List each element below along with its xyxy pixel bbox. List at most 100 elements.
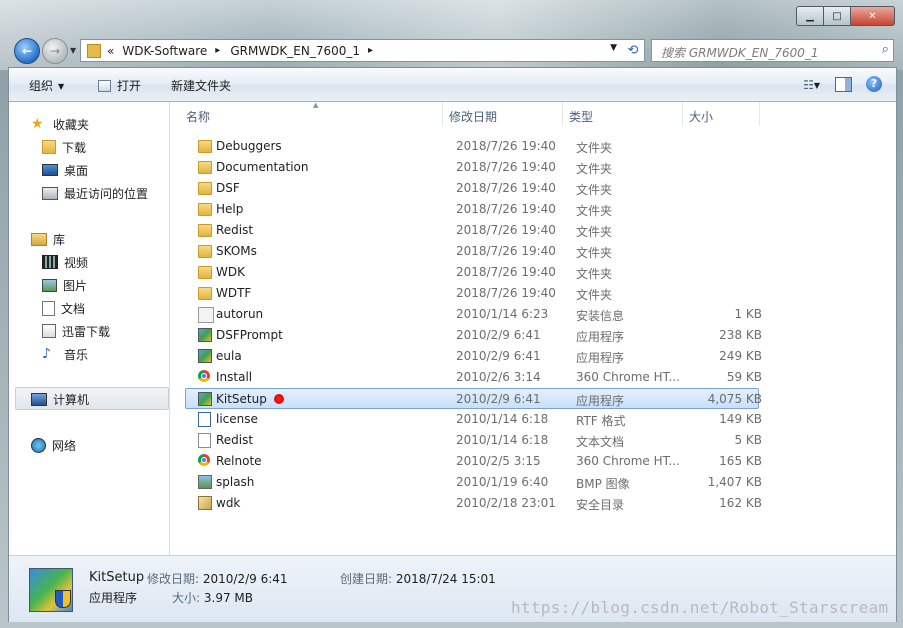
window-frame: ▁ □ ✕ ← → ▼ « WDK-Software ▸ GRMWDK_EN_7… xyxy=(0,0,903,628)
address-bar[interactable]: « WDK-Software ▸ GRMWDK_EN_7600_1 ▸ ▼ xyxy=(80,39,624,62)
organize-button[interactable]: 组织 ▼ xyxy=(29,77,64,94)
folder-icon xyxy=(198,266,212,279)
sidebar-item-label: 最近访问的位置 xyxy=(64,186,149,201)
sidebar-item-desktop[interactable]: 桌面 xyxy=(42,161,88,179)
chevron-down-icon[interactable]: ▼ xyxy=(814,81,820,90)
help-icon[interactable]: ? xyxy=(866,76,882,92)
column-header-type[interactable]: 类型 xyxy=(563,102,683,126)
file-size: 249 KB xyxy=(719,349,762,363)
recent-pages-dropdown[interactable]: ▼ xyxy=(70,46,76,55)
address-dropdown-icon[interactable]: ▼ xyxy=(610,43,617,53)
file-modified: 2010/2/18 23:01 xyxy=(456,496,556,510)
file-row[interactable]: wdk 2010/2/18 23:01 安全目录 162 KB xyxy=(186,493,767,513)
folder-icon xyxy=(198,161,212,174)
file-row[interactable]: Relnote 2010/2/5 3:15 360 Chrome HT... 165 … xyxy=(186,451,767,471)
column-header-modified[interactable]: 修改日期 xyxy=(443,102,563,126)
file-row[interactable]: DSF 2018/7/26 19:40 文件夹 xyxy=(186,178,767,198)
maximize-button[interactable]: □ xyxy=(823,6,850,26)
file-modified: 2018/7/26 19:40 xyxy=(456,286,556,300)
chevron-right-icon[interactable]: ▸ xyxy=(215,45,220,56)
file-name: splash xyxy=(216,475,255,489)
back-button[interactable]: ← xyxy=(14,38,40,64)
music-note-icon: ♪ xyxy=(42,346,51,362)
recent-places-icon xyxy=(42,186,58,200)
file-row[interactable]: autorun 2010/1/14 6:23 安装信息 1 KB xyxy=(186,304,767,324)
file-name: WDK xyxy=(216,265,245,279)
breadcrumb-wdk-software[interactable]: WDK-Software xyxy=(122,44,207,58)
file-row[interactable]: WDK 2018/7/26 19:40 文件夹 xyxy=(186,262,767,282)
file-name: DSFPrompt xyxy=(216,328,283,342)
sidebar-item-downloads[interactable]: 下载 xyxy=(42,138,86,156)
file-size: 165 KB xyxy=(719,454,762,468)
file-row[interactable]: DSFPrompt 2010/2/9 6:41 应用程序 238 KB xyxy=(186,325,767,345)
forward-button[interactable]: → xyxy=(42,38,68,64)
chevron-right-icon[interactable]: ▸ xyxy=(368,45,373,56)
file-row[interactable]: Redist 2010/1/14 6:18 文本文档 5 KB xyxy=(186,430,767,450)
sidebar-item-thunder-downloads[interactable]: 迅雷下载 xyxy=(42,322,110,340)
search-placeholder: 搜索 GRMWDK_EN_7600_1 xyxy=(661,46,819,60)
new-folder-button[interactable]: 新建文件夹 xyxy=(171,77,231,94)
sidebar-item-label: 库 xyxy=(53,232,66,247)
sidebar-item-recent[interactable]: 最近访问的位置 xyxy=(42,184,148,202)
file-type: RTF 格式 xyxy=(576,414,626,428)
chrome-icon xyxy=(198,370,210,382)
sidebar-item-documents[interactable]: 文档 xyxy=(42,299,85,317)
sidebar-item-favorites[interactable]: ★ 收藏夹 xyxy=(31,115,89,133)
sidebar-item-label: 文档 xyxy=(61,301,86,316)
details-size-label: 大小: xyxy=(172,591,201,605)
file-row[interactable]: Redist 2018/7/26 19:40 文件夹 xyxy=(186,220,767,240)
close-button[interactable]: ✕ xyxy=(850,6,895,26)
file-modified: 2018/7/26 19:40 xyxy=(456,223,556,237)
preview-pane-icon[interactable] xyxy=(835,77,852,92)
file-row[interactable]: splash 2010/1/19 6:40 BMP 图像 1,407 KB xyxy=(186,472,767,492)
refresh-button[interactable]: ⟲ xyxy=(622,39,645,62)
column-header-label: 修改日期 xyxy=(449,110,498,124)
file-row[interactable]: Documentation 2018/7/26 19:40 文件夹 xyxy=(186,157,767,177)
sidebar-item-libraries[interactable]: 库 xyxy=(31,230,65,248)
file-modified: 2018/7/26 19:40 xyxy=(456,244,556,258)
file-type: BMP 图像 xyxy=(576,477,630,491)
open-button[interactable]: 打开 xyxy=(98,77,141,94)
sidebar-item-network[interactable]: 网络 xyxy=(31,436,76,454)
sidebar-item-pictures[interactable]: 图片 xyxy=(42,276,87,294)
file-row[interactable]: eula 2010/2/9 6:41 应用程序 249 KB xyxy=(186,346,767,366)
file-row[interactable]: license 2010/1/14 6:18 RTF 格式 149 KB xyxy=(186,409,767,429)
navigation-pane: ★ 收藏夹 下载 桌面 最近访问的位置 库 视频 图片 文档 迅雷下载 ♪ 音乐… xyxy=(9,102,170,555)
download-folder-icon xyxy=(42,140,56,154)
details-created-value: 2018/7/24 15:01 xyxy=(395,572,496,586)
file-name: Help xyxy=(216,202,244,216)
search-box[interactable]: 搜索 GRMWDK_EN_7600_1 ⌕ xyxy=(651,39,894,62)
details-modified-value: 2010/2/9 6:41 xyxy=(202,572,288,586)
cursor-marker-dot xyxy=(274,394,284,404)
column-header-label: 大小 xyxy=(689,110,714,124)
file-row[interactable]: Debuggers 2018/7/26 19:40 文件夹 xyxy=(186,136,767,156)
sidebar-item-computer[interactable]: 计算机 xyxy=(31,390,89,408)
network-icon xyxy=(31,437,46,453)
search-icon[interactable]: ⌕ xyxy=(882,42,889,57)
minimize-button[interactable]: ▁ xyxy=(796,6,823,26)
details-created-label: 创建日期: xyxy=(340,572,393,586)
file-name: Documentation xyxy=(216,160,309,174)
sidebar-item-label: 计算机 xyxy=(53,392,90,407)
file-type: 安装信息 xyxy=(576,309,625,323)
file-list: 名称 ▲ 修改日期 类型 大小 Debuggers 2018/7/26 19:40… xyxy=(180,101,896,555)
file-row[interactable]: KitSetup 2010/2/9 6:41 应用程序 4,075 KB xyxy=(185,388,762,409)
file-row[interactable]: Help 2018/7/26 19:40 文件夹 xyxy=(186,199,767,219)
address-overflow[interactable]: « xyxy=(107,44,114,58)
view-options-icon[interactable]: ☷ xyxy=(803,78,814,92)
file-modified: 2010/2/9 6:41 xyxy=(456,349,541,363)
breadcrumb-grmwdk[interactable]: GRMWDK_EN_7600_1 xyxy=(230,44,360,58)
column-header-size[interactable]: 大小 xyxy=(683,102,760,126)
file-name: license xyxy=(216,412,258,426)
file-name: DSF xyxy=(216,181,240,195)
file-row[interactable]: WDTF 2018/7/26 19:40 文件夹 xyxy=(186,283,767,303)
folder-icon xyxy=(198,224,212,237)
file-row[interactable]: SKOMs 2018/7/26 19:40 文件夹 xyxy=(186,241,767,261)
file-row[interactable]: Install 2010/2/6 3:14 360 Chrome HT... 59 K… xyxy=(186,367,767,387)
file-name: WDTF xyxy=(216,286,252,300)
sidebar-item-videos[interactable]: 视频 xyxy=(42,253,88,271)
column-header-name[interactable]: 名称 ▲ xyxy=(180,101,443,126)
details-type-value: 应用程序 xyxy=(89,591,138,605)
computer-icon xyxy=(31,392,47,406)
sidebar-item-music[interactable]: ♪ 音乐 xyxy=(42,345,88,363)
